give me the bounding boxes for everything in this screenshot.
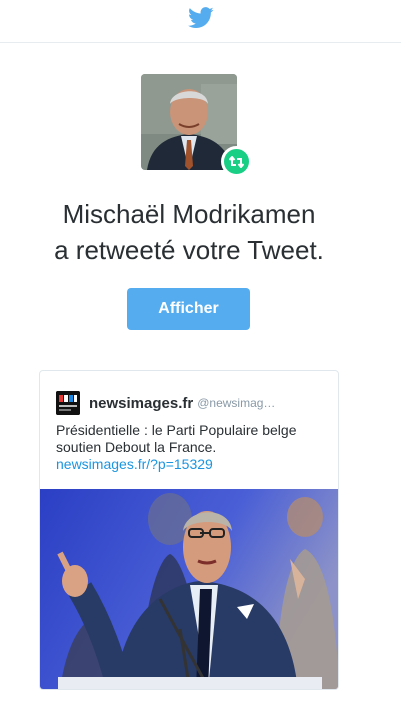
email-header (0, 0, 401, 43)
tweet-card[interactable]: newsimages.fr @newsimag… Présidentielle … (39, 370, 339, 690)
tweet-card-header: newsimages.fr @newsimag… (56, 391, 275, 415)
tweet-photo[interactable] (40, 489, 339, 690)
action-text: a retweeté votre Tweet. (54, 235, 324, 265)
twitter-bird-icon[interactable] (187, 7, 214, 29)
news-logo-icon (56, 391, 80, 415)
tweet-text: Présidentielle : le Parti Populaire belg… (56, 422, 297, 455)
tweet-link[interactable]: newsimages.fr/?p=15329 (56, 456, 326, 473)
view-button[interactable]: Afficher (127, 288, 250, 330)
retweeter-name[interactable]: Mischaël Modrikamen (0, 196, 378, 232)
tweet-author-handle[interactable]: @newsimag… (197, 396, 275, 410)
news-logo-graphic (56, 391, 80, 415)
notification-email: Mischaël Modrikamen a retweeté votre Twe… (0, 0, 401, 716)
retweet-badge (221, 146, 252, 177)
notification-headline: Mischaël Modrikamen a retweeté votre Twe… (0, 196, 378, 268)
retweeter-avatar-group (141, 74, 252, 177)
retweet-icon (229, 155, 244, 168)
tweet-author-name[interactable]: newsimages.fr (89, 395, 193, 412)
tweet-body: Présidentielle : le Parti Populaire belg… (56, 422, 326, 473)
